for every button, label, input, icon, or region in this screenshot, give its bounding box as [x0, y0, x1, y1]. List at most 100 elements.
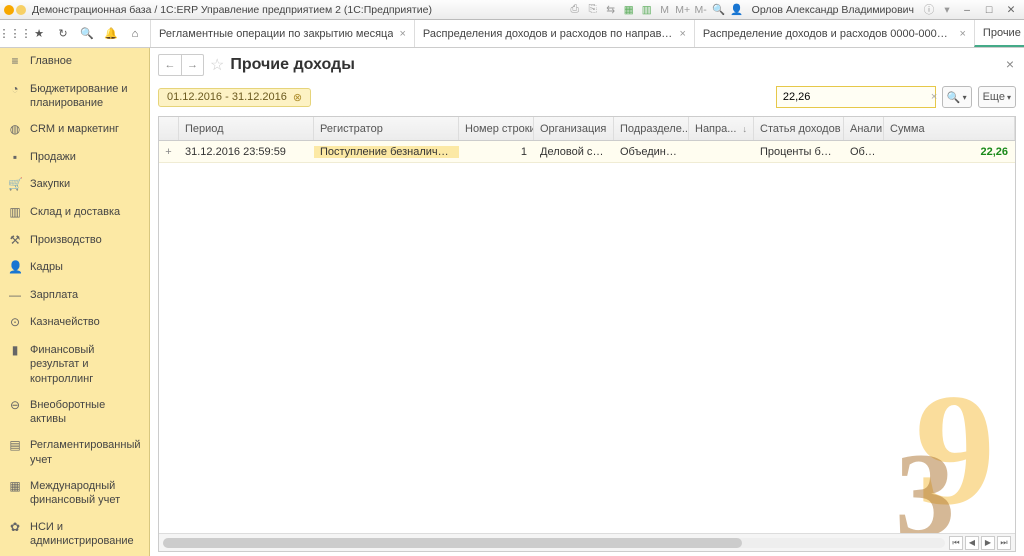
- page-first-button[interactable]: ⏮: [949, 536, 963, 550]
- sidebar-item-hr[interactable]: 👤Кадры: [0, 254, 149, 282]
- search-icon[interactable]: 🔍: [76, 23, 98, 45]
- close-icon[interactable]: ×: [959, 28, 965, 40]
- document-tabs: Регламентные операции по закрытию месяца…: [150, 20, 1024, 47]
- search-global-icon[interactable]: 🔍: [712, 3, 726, 17]
- table-row[interactable]: + 31.12.2016 23:59:59 Поступление безнал…: [159, 141, 1015, 163]
- tab-prochie-dokhody[interactable]: Прочие доходы ×: [974, 20, 1024, 47]
- sidebar-item-ifrs[interactable]: ▦Международный финансовый учет: [0, 473, 149, 514]
- sidebar-item-label: Международный финансовый учет: [30, 479, 141, 508]
- grid-body[interactable]: + 31.12.2016 23:59:59 Поступление безнал…: [159, 141, 1015, 533]
- page-title: Прочие доходы: [230, 56, 355, 74]
- sidebar-item-budget[interactable]: ◔Бюджетирование и планирование: [0, 76, 149, 117]
- find-button[interactable]: 🔍▾: [942, 86, 972, 108]
- gear-icon: ✿: [8, 520, 22, 536]
- sidebar-item-label: Финансовый результат и контроллинг: [30, 343, 141, 386]
- print-icon[interactable]: ⎙: [568, 3, 582, 17]
- cell-period: 31.12.2016 23:59:59: [179, 146, 314, 158]
- sidebar-item-purchases[interactable]: 🛒 Закупки: [0, 171, 149, 199]
- history-icon[interactable]: ↻: [52, 23, 74, 45]
- search-input[interactable]: [777, 91, 931, 103]
- target-icon: ◍: [8, 122, 22, 138]
- info-icon[interactable]: ⓘ: [922, 3, 936, 17]
- col-line-no[interactable]: Номер строки: [459, 117, 534, 140]
- link-icon[interactable]: ⎘: [586, 3, 600, 17]
- clear-search-icon[interactable]: ×: [931, 91, 937, 103]
- cart-icon: 🛒: [8, 177, 22, 193]
- sidebar-item-payroll[interactable]: —Зарплата: [0, 282, 149, 310]
- sidebar-item-crm[interactable]: ◍CRM и маркетинг: [0, 116, 149, 144]
- tab-raspredeleniya[interactable]: Распределения доходов и расходов по напр…: [414, 20, 694, 47]
- scrollbar-thumb[interactable]: [163, 538, 742, 548]
- sidebar-item-production[interactable]: ⚒Производство: [0, 227, 149, 255]
- col-sum[interactable]: Сумма: [884, 117, 1015, 140]
- calendar-icon[interactable]: ▥: [640, 3, 654, 17]
- col-period[interactable]: Период: [179, 117, 314, 140]
- col-analytics[interactable]: Анали...: [844, 117, 884, 140]
- sidebar-item-treasury[interactable]: ⊙Казначейство: [0, 309, 149, 337]
- date-range-label: 01.12.2016 - 31.12.2016: [167, 91, 287, 103]
- sidebar-item-finresult[interactable]: ▮ Финансовый результат и контроллинг: [0, 337, 149, 392]
- minimize-button[interactable]: –: [958, 4, 976, 16]
- current-user[interactable]: Орлов Александр Владимирович: [752, 4, 914, 16]
- cell-registrator[interactable]: Поступление безналичных ДС ...: [314, 146, 459, 158]
- m-minus-icon[interactable]: M-: [694, 3, 708, 17]
- col-dept[interactable]: Подразделе...: [614, 117, 689, 140]
- date-filter-badge[interactable]: 01.12.2016 - 31.12.2016 ⊗: [158, 88, 311, 107]
- magnifier-icon: 🔍: [947, 91, 961, 104]
- page-last-button[interactable]: ⏭: [997, 536, 1011, 550]
- favorite-icon[interactable]: ★: [28, 23, 50, 45]
- bars-icon: ▮: [8, 343, 22, 359]
- tab-label: Распределения доходов и расходов по напр…: [423, 28, 674, 40]
- app-badge-icon-2: [16, 5, 26, 15]
- tab-label: Регламентные операции по закрытию месяца: [159, 28, 393, 40]
- apps-icon[interactable]: ⋮⋮⋮: [4, 23, 26, 45]
- notifications-icon[interactable]: 🔔: [100, 23, 122, 45]
- maximize-button[interactable]: □: [980, 4, 998, 16]
- nav-forward-button[interactable]: →: [181, 55, 203, 75]
- app-badge-icon: [4, 5, 14, 15]
- sidebar-item-regaccount[interactable]: ▤Регламентированный учет: [0, 432, 149, 473]
- col-income-item[interactable]: Статья доходов: [754, 117, 844, 140]
- search-box[interactable]: ×: [776, 86, 936, 108]
- more-button[interactable]: Еще▾: [978, 86, 1016, 108]
- favorite-page-icon[interactable]: ☆: [210, 55, 224, 75]
- window-title: Демонстрационная база / 1С:ERP Управлени…: [32, 4, 432, 16]
- home-icon[interactable]: ⌂: [124, 23, 146, 45]
- m-icon[interactable]: M: [658, 3, 672, 17]
- tab-reglament[interactable]: Регламентные операции по закрытию месяца…: [150, 20, 414, 47]
- compare-icon[interactable]: ⇆: [604, 3, 618, 17]
- close-page-button[interactable]: ×: [1006, 56, 1014, 72]
- close-icon[interactable]: ×: [679, 28, 685, 40]
- close-icon[interactable]: ×: [399, 28, 405, 40]
- page-prev-button[interactable]: ◀: [965, 536, 979, 550]
- chart-icon: ◔: [8, 82, 22, 98]
- calc-icon[interactable]: ▦: [622, 3, 636, 17]
- col-registrator[interactable]: Регистратор: [314, 117, 459, 140]
- tab-raspredelenie-doc[interactable]: Распределение доходов и расходов 0000-00…: [694, 20, 974, 47]
- nav-back-button[interactable]: ←: [159, 55, 181, 75]
- sidebar-item-label: Внеоборотные активы: [30, 398, 141, 427]
- col-direction[interactable]: Напра...↓: [689, 117, 754, 140]
- dropdown-icon[interactable]: ▾: [940, 3, 954, 17]
- expand-icon[interactable]: +: [159, 146, 179, 158]
- sidebar-item-warehouse[interactable]: ▥Склад и доставка: [0, 199, 149, 227]
- hammer-icon: ⚒: [8, 233, 22, 249]
- clear-date-icon[interactable]: ⊗: [293, 91, 302, 104]
- close-window-button[interactable]: ✕: [1002, 4, 1020, 16]
- sidebar-item-label: Регламентированный учет: [30, 438, 141, 467]
- col-expand[interactable]: [159, 117, 179, 140]
- sidebar-item-main[interactable]: ≡Главное: [0, 48, 149, 76]
- sidebar-item-sales[interactable]: ▪Продажи: [0, 144, 149, 172]
- sidebar-item-assets[interactable]: ⊖Внеоборотные активы: [0, 392, 149, 433]
- chevron-down-icon: ▾: [1007, 93, 1011, 102]
- sidebar-item-label: Закупки: [30, 177, 70, 191]
- navigation-sidebar: ≡Главное ◔Бюджетирование и планирование …: [0, 48, 150, 556]
- menu-icon: ≡: [8, 54, 22, 70]
- m-plus-icon[interactable]: M+: [676, 3, 690, 17]
- cell-analytics: Объе...: [844, 146, 884, 158]
- grid-footer: ⏮ ◀ ▶ ⏭: [159, 533, 1015, 551]
- col-org[interactable]: Организация: [534, 117, 614, 140]
- sidebar-item-admin[interactable]: ✿НСИ и администрирование: [0, 514, 149, 555]
- page-next-button[interactable]: ▶: [981, 536, 995, 550]
- horizontal-scrollbar[interactable]: [163, 538, 945, 548]
